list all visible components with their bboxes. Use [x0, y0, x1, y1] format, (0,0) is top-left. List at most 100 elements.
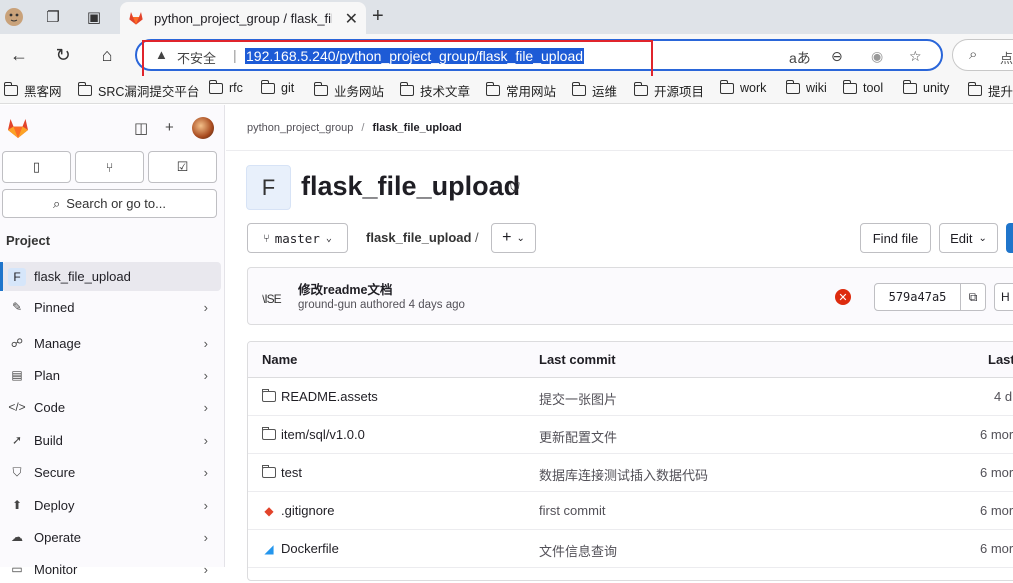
- profile-icon[interactable]: [3, 6, 25, 28]
- read-aloud-icon[interactable]: aあ: [789, 48, 811, 68]
- commit-sha[interactable]: 579a47a5: [874, 283, 961, 311]
- sidebar-item-code[interactable]: </> Code ›: [0, 393, 220, 421]
- commit-title-link[interactable]: 修改readme文档: [298, 279, 392, 298]
- gitlab-logo-icon[interactable]: [6, 117, 30, 139]
- bookmark-folder[interactable]: git: [260, 79, 294, 95]
- breadcrumb-project-link[interactable]: flask_file_upload: [372, 122, 461, 134]
- edge-extension-icon[interactable]: ◉: [871, 48, 883, 65]
- commit-meta: ground-gun authored 4 days ago: [298, 299, 465, 311]
- page-title: flask_file_upload: [301, 171, 521, 201]
- active-tab[interactable]: python_project_group / flask_file_ ✕: [120, 2, 366, 34]
- commit-author-avatar[interactable]: \ISE: [262, 284, 292, 314]
- merge-requests-button[interactable]: ⑂: [75, 151, 144, 183]
- bookmark-folder[interactable]: 开源项目: [633, 81, 704, 100]
- todos-button[interactable]: ☑: [148, 151, 217, 183]
- column-header-last-commit: Last commit: [539, 352, 616, 367]
- sidebar-item-plan[interactable]: ▤ Plan ›: [0, 361, 220, 389]
- visibility-shield-icon[interactable]: ⛉: [510, 180, 520, 196]
- add-to-tree-button[interactable]: + ⌄: [491, 223, 536, 253]
- commit-message-link[interactable]: 数据库连接测试插入数据代码: [539, 465, 708, 484]
- issues-button[interactable]: ▯: [2, 151, 71, 183]
- folder-icon: [785, 79, 800, 94]
- address-bar[interactable]: ▲ 不安全 | 192.168.5.240/python_project_gro…: [135, 39, 943, 71]
- sidebar-item-deploy[interactable]: ⬆ Deploy ›: [0, 491, 220, 519]
- browser-search-box[interactable]: ⌕ 点: [952, 39, 1013, 71]
- edit-dropdown-button[interactable]: Edit ⌄: [939, 223, 998, 253]
- create-new-icon[interactable]: +: [165, 119, 174, 136]
- file-link[interactable]: ◢ Dockerfile: [262, 541, 338, 556]
- bookmark-folder[interactable]: rfc: [208, 79, 243, 95]
- close-tab-icon[interactable]: ✕: [345, 9, 358, 29]
- chevron-right-icon: ›: [203, 299, 208, 315]
- search-icon: ⌕: [969, 46, 978, 63]
- pipeline-failed-icon[interactable]: ✕: [835, 289, 851, 305]
- bookmarks-bar: 黑客网 SRC漏洞提交平台 rfc git 业务网站 技术文章 常用网站 运维 …: [0, 76, 1013, 104]
- bookmark-folder[interactable]: wiki: [785, 79, 827, 95]
- browser-tab-strip: ❐ ▣ python_project_group / flask_file_ ✕…: [0, 0, 1013, 34]
- file-link[interactable]: item/sql/v1.0.0: [261, 427, 365, 442]
- folder-icon: [967, 82, 982, 96]
- url-text[interactable]: 192.168.5.240/python_project_group/flask…: [245, 48, 585, 64]
- file-link[interactable]: README.assets: [261, 389, 378, 404]
- user-avatar[interactable]: [192, 117, 214, 139]
- sidebar-search-button[interactable]: ⌕ Search or go to...: [2, 189, 217, 218]
- last-commit-card: \ISE 修改readme文档 ground-gun authored 4 da…: [247, 267, 1013, 325]
- sidebar-toggle-icon[interactable]: ◫: [134, 119, 148, 137]
- calendar-icon: ▤: [11, 368, 23, 382]
- history-button[interactable]: H: [994, 283, 1013, 311]
- code-clone-button[interactable]: [1006, 223, 1013, 253]
- shield-icon: ⛉: [12, 464, 22, 479]
- chevron-down-icon: ⌄: [325, 232, 332, 244]
- rocket-icon: ➚: [11, 433, 23, 447]
- bookmark-folder[interactable]: 常用网站: [485, 81, 556, 100]
- folder-icon: [208, 79, 223, 94]
- commit-message-link[interactable]: 提交一张图片: [539, 389, 617, 408]
- search-icon: ⌕: [52, 195, 61, 211]
- bookmark-folder[interactable]: 技术文章: [399, 81, 470, 100]
- new-tab-icon[interactable]: +: [372, 5, 384, 28]
- folder-icon: [719, 79, 734, 94]
- file-link[interactable]: ◆ .gitignore: [262, 503, 334, 518]
- copy-sha-icon[interactable]: ⧉: [960, 283, 986, 311]
- folder-icon: [842, 79, 857, 94]
- commit-message-link[interactable]: 更新配置文件: [539, 427, 617, 446]
- commit-message-link[interactable]: first commit: [539, 503, 605, 518]
- workspaces-icon[interactable]: ❐: [42, 6, 64, 28]
- file-tree-table: Name Last commit Last README.assets 提交一张…: [247, 341, 1013, 581]
- repository-path-root[interactable]: flask_file_upload: [366, 230, 471, 245]
- home-icon[interactable]: ⌂: [94, 42, 120, 68]
- bookmark-folder[interactable]: SRC漏洞提交平台: [77, 81, 199, 100]
- sidebar-search-label: Search or go to...: [66, 196, 166, 211]
- chevron-right-icon: ›: [203, 367, 208, 383]
- zoom-out-icon[interactable]: ⊖: [831, 48, 843, 65]
- sidebar-item-pinned[interactable]: ✎ Pinned ›: [0, 293, 220, 321]
- warning-icon: ▲: [155, 47, 168, 62]
- monitor-icon: ▭: [11, 562, 23, 576]
- chevron-right-icon: ›: [203, 335, 208, 351]
- commit-message-link[interactable]: 文件信息查询: [539, 541, 617, 560]
- sidebar-item-manage[interactable]: ☍ Manage ›: [0, 329, 220, 357]
- back-icon[interactable]: ←: [6, 42, 32, 68]
- bookmark-folder[interactable]: 业务网站: [313, 81, 384, 100]
- sidebar-project-item[interactable]: F flask_file_upload: [0, 262, 221, 291]
- find-file-button[interactable]: Find file: [860, 223, 931, 253]
- bookmark-folder[interactable]: 提升: [967, 81, 1013, 100]
- sidebar-item-build[interactable]: ➚ Build ›: [0, 426, 220, 454]
- refresh-icon[interactable]: ↻: [50, 42, 76, 68]
- breadcrumb-group-link[interactable]: python_project_group: [247, 122, 353, 134]
- branch-selector[interactable]: ⑂ master ⌄: [247, 223, 348, 253]
- sidebar-item-monitor[interactable]: ▭ Monitor ›: [0, 555, 220, 583]
- bookmark-folder[interactable]: 运维: [571, 81, 617, 100]
- bookmark-folder[interactable]: unity: [902, 79, 949, 95]
- sidebar-item-operate[interactable]: ☁ Operate ›: [0, 523, 220, 551]
- cloud-icon: ☁: [11, 530, 23, 544]
- issues-icon: ▯: [32, 159, 41, 174]
- bookmark-folder[interactable]: tool: [842, 79, 883, 95]
- bookmark-folder[interactable]: work: [719, 79, 766, 95]
- file-link[interactable]: test: [261, 465, 302, 480]
- plus-icon: +: [502, 229, 512, 246]
- sidebar-item-secure[interactable]: ⛉ Secure ›: [0, 458, 220, 486]
- vertical-tabs-icon[interactable]: ▣: [83, 6, 105, 28]
- favorite-star-icon[interactable]: ☆: [909, 48, 922, 65]
- bookmark-folder[interactable]: 黑客网: [3, 81, 62, 100]
